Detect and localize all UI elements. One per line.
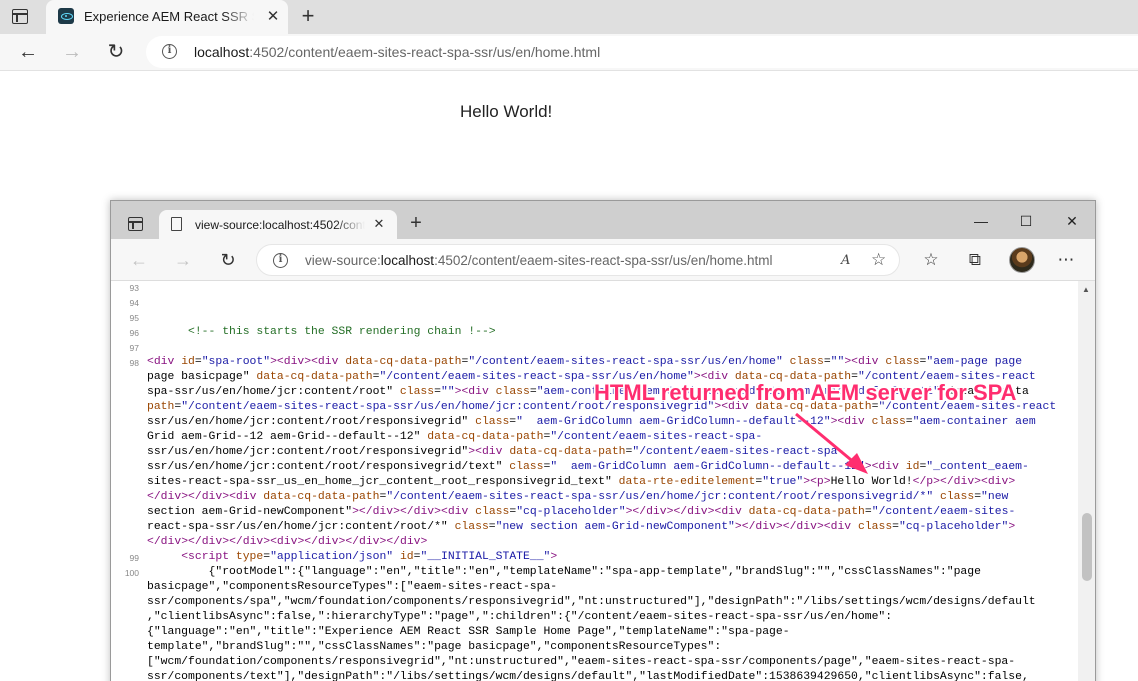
back-button[interactable]: ←	[127, 248, 151, 272]
line-number: 96	[129, 328, 139, 338]
page-icon	[171, 217, 182, 231]
line-number: 93	[129, 283, 139, 293]
line-number: 100	[124, 568, 139, 578]
source-line: </div></div></div><div></div></div></div…	[147, 536, 428, 548]
source-line: {"rootModel":{"language":"en","title":"e…	[147, 566, 981, 578]
inner-tab[interactable]: view-source:localhost:4502/content/eaem-…	[159, 210, 397, 239]
forward-button[interactable]: →	[58, 39, 86, 65]
line-number: 98	[129, 358, 139, 368]
line-number: 97	[129, 343, 139, 353]
source-line: template","brandSlug":"","cssClassNames"…	[147, 641, 722, 653]
outer-tab-title: Experience AEM React SSR Sample Home Pag…	[84, 9, 254, 24]
hello-text: Hello World!	[460, 102, 553, 121]
back-button[interactable]: ←	[14, 39, 42, 65]
tab-actions-icon[interactable]	[12, 9, 28, 24]
url-path: :4502/content/eaem-sites-react-spa-ssr/u…	[434, 253, 773, 268]
url-prefix: view-source:	[305, 253, 381, 268]
source-line: ssr/components/spa","wcm/foundation/comp…	[147, 596, 1036, 608]
reload-button[interactable]: ↻	[216, 248, 240, 272]
source-line: {"language":"en","title":"Experience AEM…	[147, 626, 790, 638]
scrollbar-thumb[interactable]	[1082, 513, 1092, 581]
scroll-up-icon[interactable]: ▲	[1082, 285, 1090, 294]
source-line: ssr/us/en/home/jcr:content/root/responsi…	[147, 416, 1036, 428]
url-host: localhost	[380, 253, 435, 268]
maximize-button[interactable]: ☐	[1014, 210, 1038, 232]
tab-actions-icon[interactable]	[128, 217, 143, 231]
source-code-view[interactable]: 93 94 95 96 <!-- this starts the SSR render…	[111, 281, 1079, 681]
url-text[interactable]: view-source:localhost:4502/content/eaem-…	[305, 253, 772, 268]
favorites-icon[interactable]: ☆	[920, 249, 942, 271]
address-bar[interactable]: i view-source:localhost:4502/content/eae…	[256, 244, 900, 276]
line-number: 99	[129, 553, 139, 563]
address-bar[interactable]: i localhost:4502/content/eaem-sites-reac…	[146, 36, 1138, 68]
view-source-window: view-source:localhost:4502/content/eaem-…	[110, 200, 1096, 681]
profile-avatar[interactable]	[1009, 247, 1035, 273]
inner-tab-title: view-source:localhost:4502/content/eaem-…	[195, 218, 365, 232]
source-line: Grid aem-Grid--12 aem-Grid--default--12"…	[147, 431, 763, 443]
inner-toolbar: ← → ↻ i view-source:localhost:4502/conte…	[111, 239, 1095, 281]
source-line: <!-- this starts the SSR rendering chain…	[147, 326, 496, 338]
source-line: ssr/components/text"],"designPath":"/lib…	[147, 671, 1029, 681]
read-aloud-icon[interactable]: A	[841, 251, 861, 271]
source-line: basicpage","componentsResourceTypes":["e…	[147, 581, 558, 593]
url-host: localhost	[194, 44, 250, 60]
inner-tab-bar: view-source:localhost:4502/content/eaem-…	[111, 201, 1095, 239]
source-line: </div></div><div data-cq-data-path="/con…	[147, 491, 1009, 503]
new-tab-button[interactable]: +	[296, 4, 320, 28]
add-favorite-icon[interactable]: ☆	[871, 250, 891, 270]
scrollbar[interactable]: ▲	[1078, 281, 1095, 681]
outer-tab-bar: Experience AEM React SSR Sample Home Pag…	[0, 0, 1138, 34]
site-info-icon[interactable]: i	[162, 44, 177, 59]
url-text[interactable]: localhost:4502/content/eaem-sites-react-…	[194, 44, 600, 60]
close-icon[interactable]: ✕	[264, 8, 282, 26]
outer-tab[interactable]: Experience AEM React SSR Sample Home Pag…	[46, 0, 288, 34]
close-icon[interactable]: ✕	[371, 216, 387, 232]
source-line: <script type="application/json" id="__IN…	[181, 551, 558, 563]
collections-icon[interactable]: ⧉	[964, 249, 986, 271]
minimize-button[interactable]: —	[969, 210, 993, 232]
line-number: 94	[129, 298, 139, 308]
source-line: sites-react-spa-ssr_us_en_home_jcr_conte…	[147, 476, 1016, 488]
source-line: react-spa-ssr/us/en/home/jcr:content/roo…	[147, 521, 1016, 533]
new-tab-button[interactable]: +	[405, 212, 427, 234]
source-line: ["wcm/foundation/components/responsivegr…	[147, 656, 1016, 668]
reload-button[interactable]: ↻	[102, 39, 130, 65]
source-line: section aem-Grid-newComponent"></div></d…	[147, 506, 1016, 518]
forward-button[interactable]: →	[171, 248, 195, 272]
url-path: :4502/content/eaem-sites-react-spa-ssr/u…	[249, 44, 601, 60]
source-line: ssr/us/en/home/jcr:content/root/responsi…	[147, 461, 1029, 473]
window-close-button[interactable]: ✕	[1060, 210, 1084, 232]
react-favicon-icon	[58, 8, 74, 24]
annotation-label: HTML returned from AEM server for SPA	[594, 380, 1017, 405]
line-number: 95	[129, 313, 139, 323]
outer-toolbar: ← → ↻ i localhost:4502/content/eaem-site…	[0, 34, 1138, 71]
source-line: ,"clientlibsAsync":false,":hierarchyType…	[147, 611, 893, 623]
site-info-icon[interactable]: i	[273, 253, 288, 268]
source-line: ssr/us/en/home/jcr:content/root/responsi…	[147, 446, 845, 458]
more-options-icon[interactable]: ⋯	[1055, 249, 1077, 271]
source-line: <div id="spa-root"><div><div data-cq-dat…	[147, 356, 1023, 368]
